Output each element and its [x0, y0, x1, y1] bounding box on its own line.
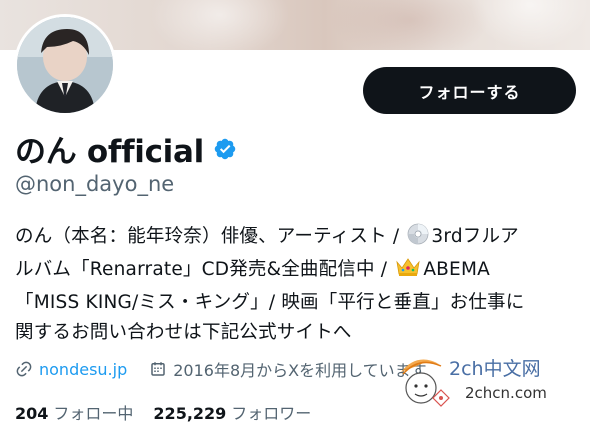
watermark-url: 2chcn.com — [465, 384, 547, 402]
site-watermark: 2ch中文网 2chcn.com — [397, 346, 567, 416]
joined-date: 2016年8月からXを利用しています — [149, 357, 427, 381]
profile-name-row: のん official — [15, 126, 237, 171]
watermark-logo-icon — [397, 350, 457, 416]
profile-stats-row: 204 フォロー中 225,229 フォロワー — [15, 400, 331, 424]
following-count-link[interactable]: 204 フォロー中 — [15, 400, 133, 424]
link-icon — [15, 360, 33, 378]
watermark-text: 2ch中文网 — [449, 358, 541, 380]
display-name: のん official — [15, 134, 204, 170]
profile-avatar[interactable] — [14, 14, 116, 116]
profile-handle: @non_dayo_ne — [15, 172, 175, 196]
crown-icon — [395, 256, 421, 288]
followers-count-link[interactable]: 225,229 フォロワー — [153, 400, 311, 424]
bio-line: のん（本名：能年玲奈）俳優、アーティスト / 3rdフルア — [15, 222, 580, 255]
website-link[interactable]: nondesu.jp — [15, 360, 127, 379]
profile-meta-row: nondesu.jp 2016年8月からXを利用しています — [15, 357, 449, 381]
profile-bio: のん（本名：能年玲奈）俳優、アーティスト / 3rdフルア ルバム「Renarr… — [15, 222, 580, 348]
disc-icon — [407, 223, 429, 255]
bio-line: 関するお問い合わせは下記公式サイトへ — [15, 322, 352, 343]
calendar-icon — [149, 360, 167, 378]
bio-line: 「MISS KING/ミス・キング」/ 映画「平行と垂直」お仕事に — [15, 292, 525, 313]
follow-button[interactable]: フォローする — [363, 67, 576, 114]
verified-badge-icon[interactable] — [213, 137, 237, 161]
bio-line: ルバム「Renarrate」CD発売&全曲配信中 / ABEMA — [15, 255, 580, 288]
